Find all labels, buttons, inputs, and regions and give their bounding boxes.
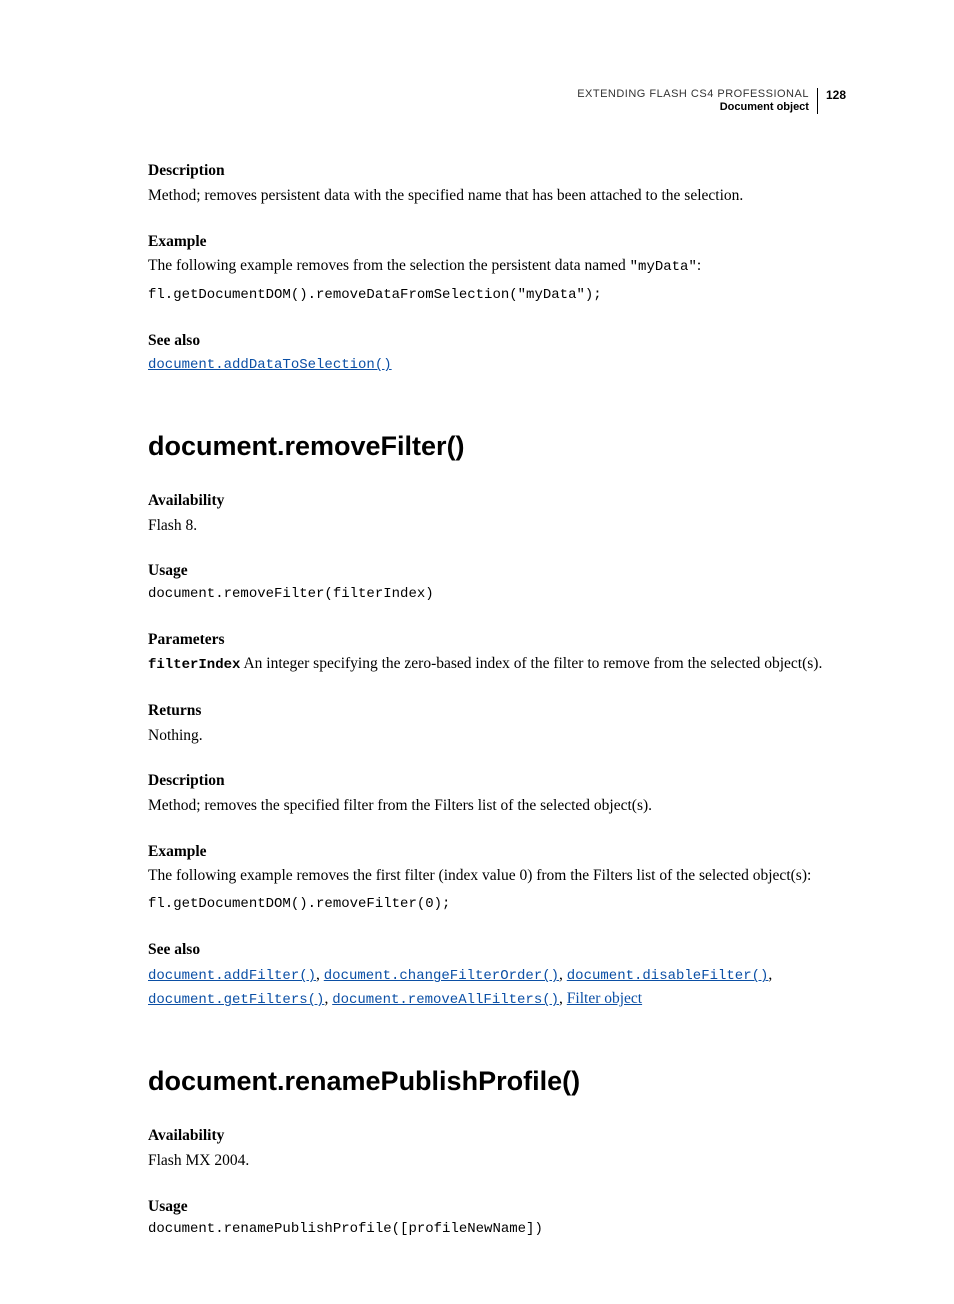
page-container: EXTENDING FLASH CS4 PROFESSIONAL Documen… (0, 0, 954, 1304)
label-example-2: Example (148, 841, 846, 863)
label-usage: Usage (148, 560, 846, 582)
separator: , (559, 990, 567, 1007)
separator: , (768, 966, 772, 983)
heading-rename-publish-profile: document.renamePublishProfile() (148, 1063, 846, 1101)
example-code-block: fl.getDocumentDOM().removeDataFromSelect… (148, 286, 846, 306)
example-code-block-2: fl.getDocumentDOM().removeFilter(0); (148, 895, 846, 915)
parameter-row: filterIndex An integer specifying the ze… (148, 653, 846, 676)
separator: , (316, 966, 324, 983)
description-text-2: Method; removes the specified filter fro… (148, 795, 846, 817)
see-also-links-2: document.addFilter(), document.changeFil… (148, 963, 846, 1011)
link-add-data-to-selection[interactable]: document.addDataToSelection() (148, 357, 392, 373)
link-get-filters[interactable]: document.getFilters() (148, 992, 324, 1008)
label-returns: Returns (148, 700, 846, 722)
label-availability-3: Availability (148, 1125, 846, 1147)
param-desc-filterindex: An integer specifying the zero-based ind… (240, 655, 822, 672)
example-intro-pre: The following example removes from the s… (148, 257, 630, 274)
header-chapter-title: Document object (577, 101, 809, 114)
label-description: Description (148, 160, 846, 182)
link-filter-object[interactable]: Filter object (567, 990, 642, 1007)
example-intro: The following example removes from the s… (148, 255, 846, 278)
header-text-block: EXTENDING FLASH CS4 PROFESSIONAL Documen… (577, 88, 818, 114)
running-header: EXTENDING FLASH CS4 PROFESSIONAL Documen… (148, 88, 846, 114)
label-usage-3: Usage (148, 1196, 846, 1218)
link-change-filter-order[interactable]: document.changeFilterOrder() (324, 968, 559, 984)
label-example: Example (148, 231, 846, 253)
usage-code: document.removeFilter(filterIndex) (148, 585, 846, 605)
separator: , (559, 966, 567, 983)
description-text: Method; removes persistent data with the… (148, 185, 846, 207)
page-content: Description Method; removes persistent d… (148, 160, 846, 1240)
label-availability: Availability (148, 490, 846, 512)
link-disable-filter[interactable]: document.disableFilter() (567, 968, 769, 984)
header-book-title: EXTENDING FLASH CS4 PROFESSIONAL (577, 88, 809, 101)
param-name-filterindex: filterIndex (148, 657, 240, 673)
availability-text: Flash 8. (148, 515, 846, 537)
example-intro-code: "myData" (630, 259, 697, 275)
see-also-links: document.addDataToSelection() (148, 354, 846, 376)
usage-code-3: document.renamePublishProfile([profileNe… (148, 1220, 846, 1240)
heading-remove-filter: document.removeFilter() (148, 428, 846, 466)
returns-text: Nothing. (148, 725, 846, 747)
availability-text-3: Flash MX 2004. (148, 1150, 846, 1172)
link-add-filter[interactable]: document.addFilter() (148, 968, 316, 984)
label-parameters: Parameters (148, 629, 846, 651)
example-intro-2: The following example removes the first … (148, 865, 846, 887)
label-see-also-2: See also (148, 939, 846, 961)
example-intro-post: : (697, 257, 701, 274)
label-see-also: See also (148, 330, 846, 352)
label-description-2: Description (148, 770, 846, 792)
link-remove-all-filters[interactable]: document.removeAllFilters() (332, 992, 559, 1008)
page-number: 128 (818, 88, 846, 102)
